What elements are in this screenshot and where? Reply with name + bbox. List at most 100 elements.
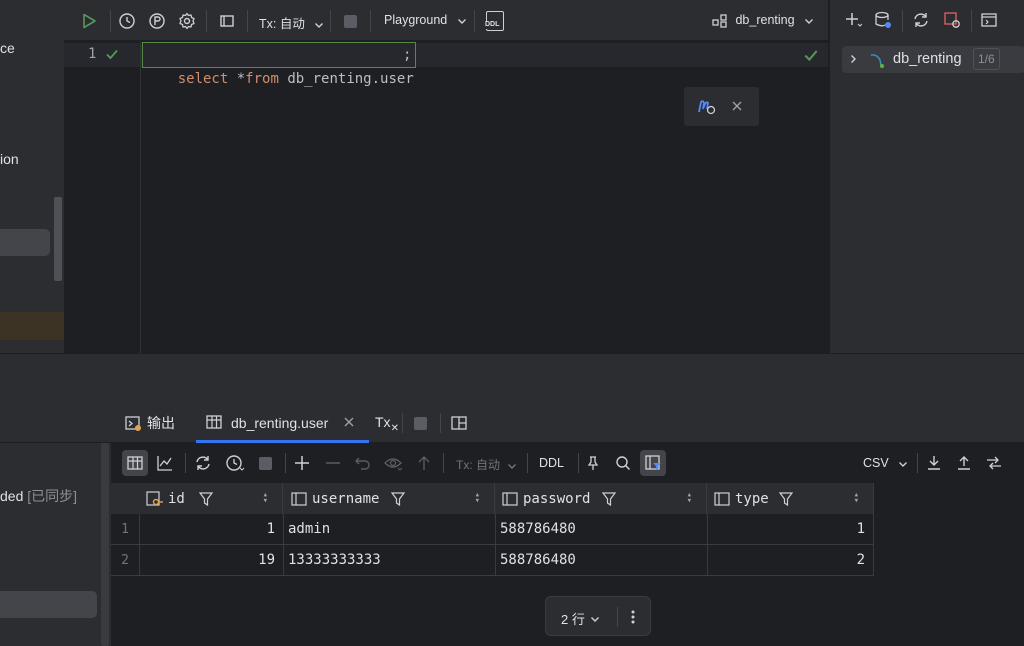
editor-toolbar: Tx: 自动 Playground DDL db_renting <box>64 0 828 41</box>
cell-username[interactable]: 13333333333 <box>284 545 496 576</box>
reload-icon[interactable] <box>192 452 214 474</box>
playground-label: Playground <box>384 13 448 27</box>
add-icon[interactable] <box>842 9 864 31</box>
filter-icon[interactable] <box>602 491 617 506</box>
refresh-icon[interactable] <box>910 9 932 31</box>
tx-mode-dropdown[interactable]: Tx: 自动 <box>259 13 324 32</box>
results-toolbar: Tx: 自动 DDL CSV <box>111 443 1024 483</box>
chevron-down-icon <box>898 459 908 469</box>
results-tab-bar: 输出 db_renting.user Tx✕ <box>111 401 1024 443</box>
ddl-button[interactable]: DDL <box>539 456 564 470</box>
left-bottom-scrollbar[interactable] <box>101 443 109 646</box>
column-label-id: id <box>168 490 185 507</box>
cell-type[interactable]: 2 <box>708 545 874 576</box>
chevron-down-icon <box>457 16 467 26</box>
output-console-icon <box>125 415 141 431</box>
ddl-file-icon[interactable]: DDL <box>483 9 507 33</box>
sort-icon[interactable]: ▴ ▾ <box>263 491 268 506</box>
tab-db-renting-user[interactable]: db_renting.user <box>196 401 369 443</box>
pin-icon[interactable] <box>582 452 604 474</box>
table-token: db_renting.user <box>287 71 414 87</box>
database-settings-icon[interactable] <box>872 9 894 31</box>
cell-id[interactable]: 19 <box>140 545 284 576</box>
panel-divider[interactable] <box>0 353 1024 401</box>
console-icon[interactable] <box>978 9 1000 31</box>
pin-p-icon[interactable] <box>146 10 168 32</box>
synced-label: [已同步] <box>27 488 78 504</box>
submit-icon[interactable] <box>413 452 435 474</box>
schema-icon <box>712 14 728 28</box>
sort-icon[interactable]: ▴ ▾ <box>687 491 692 506</box>
results-tx-label: Tx: 自动 <box>456 458 500 472</box>
query-text[interactable]: select *from db_renting.user <box>142 42 416 87</box>
left-panel-scrollbar[interactable] <box>54 197 62 281</box>
export-format-dropdown[interactable]: CSV <box>863 456 908 470</box>
column-header-password[interactable]: password ▴ ▾ <box>496 483 707 514</box>
cell-type[interactable]: 1 <box>708 514 874 545</box>
results-tx-dropdown[interactable]: Tx: 自动 <box>456 456 517 473</box>
settings-gear-icon[interactable] <box>176 10 198 32</box>
more-options-icon[interactable] <box>623 607 643 627</box>
cell-password[interactable]: 588786480 <box>496 514 708 545</box>
db-item-label: db_renting <box>893 51 962 67</box>
disconnect-icon[interactable] <box>941 9 963 31</box>
column-type-icon <box>502 491 518 506</box>
row-count-label: 2 行 <box>561 612 585 627</box>
playground-dropdown[interactable]: Playground <box>384 13 467 27</box>
column-label-password: password <box>523 490 591 507</box>
inspection-ok-icon[interactable] <box>802 46 820 64</box>
view-changes-icon[interactable] <box>382 452 406 474</box>
search-icon[interactable] <box>612 452 634 474</box>
chevron-down-icon <box>507 461 517 471</box>
compare-icon[interactable] <box>983 452 1005 474</box>
filter-icon[interactable] <box>778 491 793 506</box>
tab-tx[interactable]: Tx✕ <box>375 414 399 434</box>
column-header-username[interactable]: username ▴ ▾ <box>284 483 495 514</box>
split-view-icon[interactable] <box>448 412 470 434</box>
database-panel: db_renting 1/6 <box>829 0 1024 353</box>
upload-icon[interactable] <box>953 452 975 474</box>
table-grid-icon <box>206 414 222 430</box>
history-icon[interactable] <box>116 10 138 32</box>
add-row-icon[interactable] <box>291 452 313 474</box>
delete-row-icon[interactable] <box>322 452 344 474</box>
export-format-label: CSV <box>863 456 889 470</box>
results-stop-icon[interactable] <box>409 412 431 434</box>
run-icon[interactable] <box>78 10 100 32</box>
column-label-username: username <box>312 490 380 507</box>
cell-password[interactable]: 588786480 <box>496 545 708 576</box>
cancel-query-icon[interactable] <box>254 452 276 474</box>
column-header-id[interactable]: id ▴ ▾ <box>140 483 283 514</box>
ai-assistant-icon[interactable] <box>696 96 718 118</box>
sort-icon[interactable]: ▴ ▾ <box>854 491 859 506</box>
close-tab-icon[interactable] <box>342 414 356 430</box>
mysql-dolphin-icon <box>868 51 886 69</box>
chevron-right-icon[interactable] <box>846 52 860 66</box>
cell-id[interactable]: 1 <box>140 514 284 545</box>
editor-area[interactable]: 1 select *from db_renting.user ; <box>64 41 828 353</box>
chart-view-icon[interactable] <box>154 452 176 474</box>
filter-icon[interactable] <box>198 491 213 506</box>
download-icon[interactable] <box>923 452 945 474</box>
tab-output[interactable]: 输出 <box>125 413 175 433</box>
filter-view-icon[interactable] <box>640 450 666 476</box>
stop-icon[interactable] <box>339 10 361 32</box>
ai-popup <box>684 87 759 126</box>
db-tree-item[interactable]: db_renting 1/6 <box>842 46 1024 73</box>
row-count-dropdown[interactable]: 2 行 <box>561 609 600 628</box>
left-panel-selected-row[interactable] <box>0 229 50 256</box>
keyword-from: from <box>245 71 279 87</box>
history-clock-icon[interactable] <box>223 452 247 474</box>
cell-username[interactable]: admin <box>284 514 496 545</box>
filter-icon[interactable] <box>391 491 406 506</box>
layout-icon[interactable] <box>216 10 238 32</box>
close-icon[interactable] <box>729 98 745 114</box>
left-bottom-selected-row[interactable] <box>0 591 97 618</box>
line-number: 1 <box>88 46 97 62</box>
left-tool-header <box>0 401 111 443</box>
datasource-dropdown[interactable]: db_renting <box>712 13 814 28</box>
table-view-icon[interactable] <box>122 450 148 476</box>
column-header-type[interactable]: type ▴ ▾ <box>708 483 874 514</box>
revert-icon[interactable] <box>352 452 374 474</box>
sort-icon[interactable]: ▴ ▾ <box>475 491 480 506</box>
